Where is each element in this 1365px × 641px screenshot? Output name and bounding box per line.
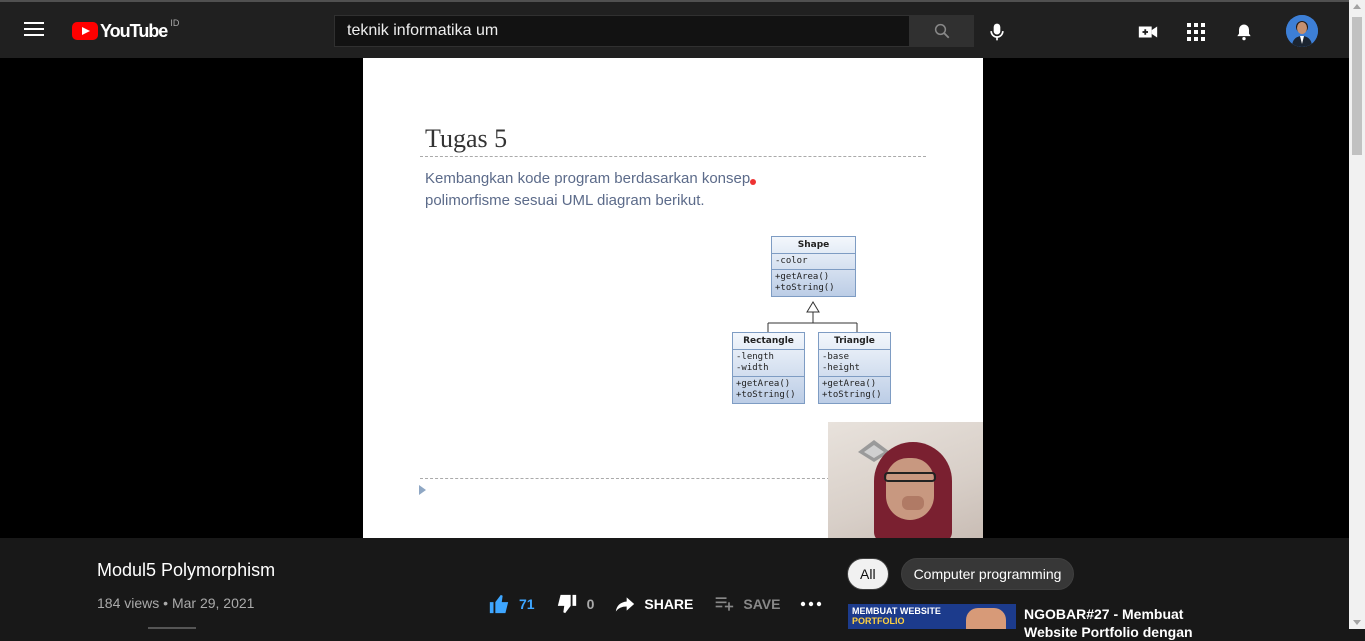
recommended-video[interactable]: MEMBUAT WEBSITE PORTFOLIO NGOBAR#27 - Me…	[848, 604, 1193, 640]
scroll-down-arrow-icon[interactable]	[1353, 620, 1361, 625]
thumbnail-text-line: PORTFOLIO	[852, 616, 905, 626]
share-label: SHARE	[644, 596, 694, 612]
play-logo-icon	[72, 22, 98, 40]
person-hand	[902, 496, 924, 510]
uml-methods: +getArea() +toString()	[733, 377, 804, 403]
like-count: 71	[519, 596, 535, 612]
share-arrow-icon	[616, 597, 635, 612]
meta-separator: •	[163, 595, 169, 611]
thumbnail-person	[966, 608, 1006, 629]
masthead: YouTube ID	[0, 0, 1349, 58]
page-scrollbar[interactable]	[1349, 0, 1365, 629]
upload-date: Mar 29, 2021	[171, 595, 255, 611]
video-meta: 184 views • Mar 29, 2021	[97, 595, 254, 611]
create-video-button[interactable]	[1136, 20, 1160, 44]
uml-method: +toString()	[775, 283, 835, 293]
bell-icon	[1237, 24, 1251, 41]
uml-method: +getArea()	[736, 379, 791, 389]
youtube-logo[interactable]: YouTube ID	[72, 18, 180, 42]
uml-methods: +getArea() +toString()	[772, 270, 855, 296]
uml-attribute: -color	[775, 256, 808, 266]
scroll-up-arrow-icon[interactable]	[1353, 4, 1361, 9]
video-title: Modul5 Polymorphism	[97, 560, 276, 580]
more-horizontal-icon	[801, 601, 822, 607]
uml-methods: +getArea() +toString()	[819, 377, 890, 403]
uml-attributes: -color	[772, 254, 855, 270]
thumbs-down-icon	[557, 594, 576, 614]
more-actions-button[interactable]	[800, 601, 830, 607]
country-code: ID	[170, 18, 180, 28]
view-count: 184 views	[97, 595, 160, 611]
webcam-overlay	[828, 422, 983, 538]
video-camera-icon	[1138, 26, 1158, 38]
thumbnail-text-line: MEMBUAT WEBSITE	[852, 606, 941, 616]
uml-class-name: Rectangle	[733, 333, 804, 350]
filter-chips: All Computer programming	[847, 558, 1086, 590]
share-button[interactable]: SHARE	[614, 594, 693, 614]
dislike-count: 0	[586, 596, 595, 612]
profile-photo-icon	[1286, 15, 1318, 47]
apps-button[interactable]	[1184, 20, 1208, 44]
recommended-title[interactable]: NGOBAR#27 - Membuat Website Portfolio de…	[1024, 605, 1194, 641]
uml-inheritance-arrow	[767, 301, 858, 332]
uml-class-rectangle: Rectangle -length -width +getArea() +toS…	[732, 332, 805, 404]
uml-class-name: Shape	[772, 237, 855, 254]
slide-body-line: Kembangkan kode program berdasarkan kons…	[425, 170, 751, 187]
notifications-button[interactable]	[1232, 20, 1256, 44]
dislike-button[interactable]: 0	[555, 593, 595, 615]
uml-attributes: -base -height	[819, 350, 890, 377]
uml-class-shape: Shape -color +getArea() +toString()	[771, 236, 856, 297]
laser-pointer-dot	[750, 179, 756, 185]
uml-attribute: -length	[736, 352, 774, 362]
person-glasses	[884, 472, 936, 482]
search-box	[334, 15, 910, 47]
avatar[interactable]	[1286, 15, 1318, 47]
slide-divider	[420, 478, 830, 479]
voice-search-button[interactable]	[987, 21, 1007, 43]
video-player[interactable]: Tugas 5 Kembangkan kode program berdasar…	[0, 58, 1349, 538]
chip-computer-programming[interactable]: Computer programming	[900, 558, 1075, 590]
video-actions: 71 0 SHARE SAVE	[487, 592, 850, 616]
like-button[interactable]: 71	[487, 593, 535, 615]
logo-text: YouTube	[100, 20, 168, 41]
uml-method: +getArea()	[775, 272, 830, 282]
uml-class-triangle: Triangle -base -height +getArea() +toStr…	[818, 332, 891, 404]
recommended-thumbnail[interactable]: MEMBUAT WEBSITE PORTFOLIO	[848, 604, 1016, 629]
chip-all[interactable]: All	[847, 558, 889, 590]
slide-body: Kembangkan kode program berdasarkan kons…	[425, 168, 785, 212]
save-button[interactable]: SAVE	[713, 594, 780, 614]
uml-class-name: Triangle	[819, 333, 890, 350]
slide-bullet-arrow-icon	[419, 485, 426, 495]
uml-attributes: -length -width	[733, 350, 804, 377]
video-info: Modul5 Polymorphism 184 views • Mar 29, …	[97, 560, 276, 611]
save-label: SAVE	[743, 596, 781, 612]
uml-attribute: -height	[822, 363, 860, 373]
thumbnail-text: MEMBUAT WEBSITE PORTFOLIO	[852, 606, 941, 626]
search-icon	[934, 23, 949, 39]
uml-method: +getArea()	[822, 379, 877, 389]
uml-attribute: -base	[822, 352, 850, 362]
thumbs-up-icon	[489, 594, 509, 614]
uml-attribute: -width	[736, 363, 769, 373]
playlist-add-icon	[716, 597, 734, 611]
apps-grid-icon	[1187, 23, 1205, 41]
microphone-icon	[990, 23, 1004, 41]
uml-method: +toString()	[822, 390, 882, 400]
uml-method: +toString()	[736, 390, 796, 400]
slide-body-line: polimorfisme sesuai UML diagram berikut.	[425, 192, 705, 209]
scroll-thumb[interactable]	[1352, 17, 1362, 155]
slide-title: Tugas 5	[425, 124, 508, 153]
person-face	[886, 458, 934, 520]
menu-icon[interactable]	[24, 22, 44, 38]
slide-divider	[420, 156, 926, 157]
search-button[interactable]	[909, 15, 974, 47]
search-input[interactable]	[335, 16, 910, 46]
